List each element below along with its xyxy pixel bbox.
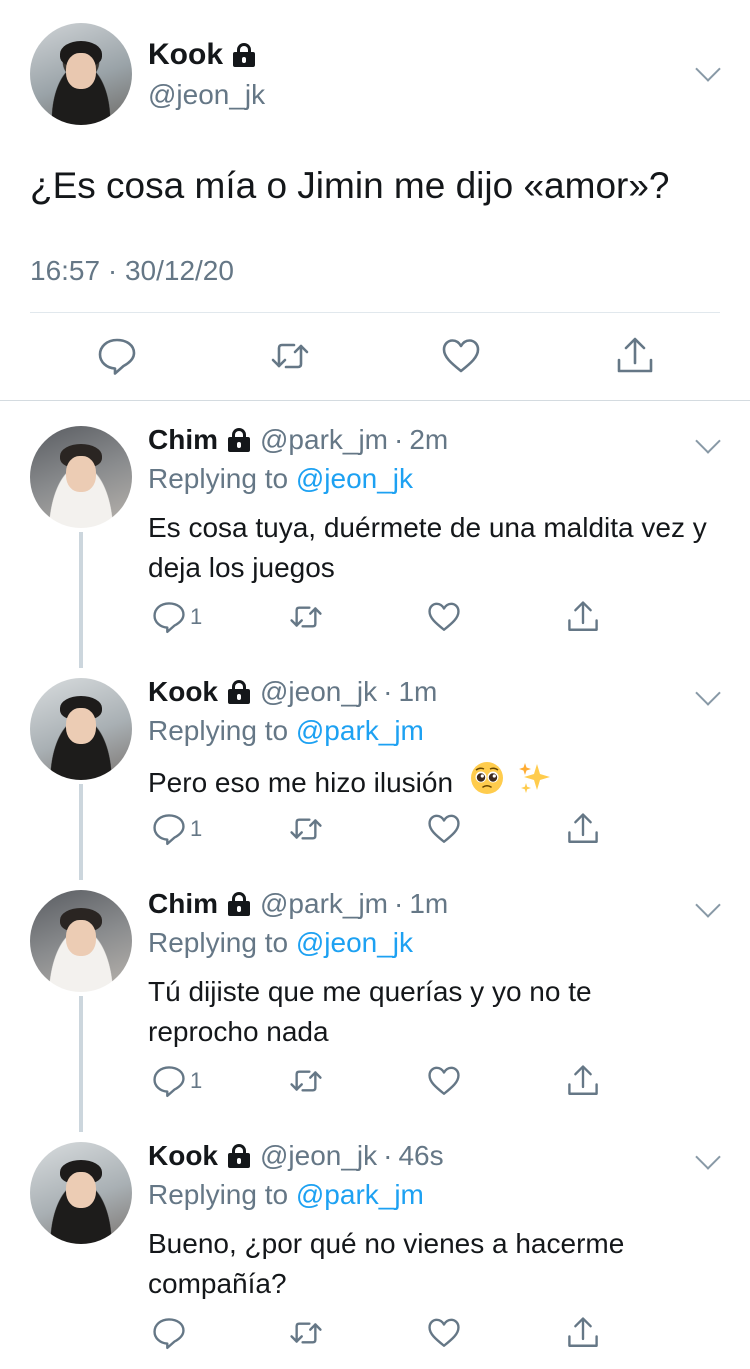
like-icon[interactable] [427,812,461,846]
replying-label: Replying to [148,463,289,494]
avatar[interactable] [30,890,132,992]
author-row: Chim @park_jm · 1m [148,888,448,920]
share-icon[interactable] [566,812,600,846]
share-icon[interactable] [615,336,655,376]
display-name[interactable]: Kook [148,676,218,708]
mention-link[interactable]: @jeon_jk [296,463,413,494]
share-icon[interactable] [566,600,600,634]
lock-icon [228,428,250,452]
replying-label: Replying to [148,1179,289,1210]
handle[interactable]: @jeon_jk [148,79,265,111]
tweet-text: Tú dijiste que me querías y yo no te rep… [148,976,592,1047]
like-icon[interactable] [441,336,481,376]
tweet-actions: 1 [0,1064,750,1104]
author-row: Kook @jeon_jk · 1m [148,676,437,708]
tweet-text: ¿Es cosa mía o Jimin me dijo «amor»? [30,165,670,206]
chevron-down-icon[interactable] [695,428,721,454]
chevron-down-icon[interactable] [695,680,721,706]
lock-icon [228,892,250,916]
timestamp[interactable]: 2m [409,424,448,456]
retweet-icon[interactable] [289,600,323,634]
reply-tweet[interactable]: Chim @park_jm · 1m Replying to @jeon_jk … [0,866,750,1118]
retweet-icon[interactable] [289,1064,323,1098]
chevron-down-icon[interactable] [695,1144,721,1170]
timestamp[interactable]: 46s [398,1140,443,1172]
reply-tweet[interactable]: Kook @jeon_jk · 1m Replying to @park_jm … [0,654,750,866]
lock-icon [228,1144,250,1168]
display-name[interactable]: Chim [148,888,218,920]
avatar[interactable] [30,23,132,125]
mention-link[interactable]: @jeon_jk [296,927,413,958]
display-name[interactable]: Kook [148,1140,218,1172]
tweet-text: Pero eso me hizo ilusión [148,767,454,798]
separator: · [394,888,404,919]
separator: · [383,1140,393,1171]
like-icon[interactable] [427,600,461,634]
reply-tweet[interactable]: Chim @park_jm · 2m Replying to @jeon_jk … [0,402,750,654]
share-icon[interactable] [566,1064,600,1098]
handle[interactable]: @park_jm [260,888,388,920]
replying-to: Replying to @park_jm [148,715,424,747]
like-icon[interactable] [427,1316,461,1350]
reply-icon[interactable] [152,600,186,634]
replying-label: Replying to [148,715,289,746]
retweet-icon[interactable] [289,812,323,846]
tweet-actions [0,1316,750,1356]
replying-label: Replying to [148,927,289,958]
tweet-actions: 1 [0,600,750,640]
tweet-text: Bueno, ¿por qué no vienes a hacerme comp… [148,1228,625,1299]
display-name[interactable]: Kook [148,38,223,72]
author-row: Kook [148,38,255,72]
retweet-icon[interactable] [289,1316,323,1350]
sparkles-emoji [518,763,550,793]
handle[interactable]: @jeon_jk [260,676,377,708]
timestamp[interactable]: 16:57 · 30/12/20 [30,255,234,287]
reply-icon[interactable] [97,336,137,376]
timestamp[interactable]: 1m [409,888,448,920]
divider [30,312,720,313]
pleading-face-emoji [470,762,503,794]
tweet-actions: 1 [0,812,750,852]
like-icon[interactable] [427,1064,461,1098]
replying-to: Replying to @jeon_jk [148,463,413,495]
handle[interactable]: @jeon_jk [260,1140,377,1172]
handle[interactable]: @park_jm [260,424,388,456]
avatar[interactable] [30,426,132,528]
reply-icon[interactable] [152,812,186,846]
share-icon[interactable] [566,1316,600,1350]
lock-icon [228,680,250,704]
lock-icon [233,43,255,67]
tweet-text-row: Pero eso me hizo ilusión [148,760,708,803]
replying-to: Replying to @jeon_jk [148,927,413,959]
display-name[interactable]: Chim [148,424,218,456]
reply-count: 1 [190,604,203,629]
mention-link[interactable]: @park_jm [296,715,424,746]
chevron-down-icon[interactable] [695,56,721,82]
mention-link[interactable]: @park_jm [296,1179,424,1210]
reply-icon[interactable] [152,1064,186,1098]
replying-to: Replying to @park_jm [148,1179,424,1211]
tweet-actions [0,330,750,386]
tweet-text: Es cosa tuya, duérmete de una maldita ve… [148,512,707,583]
main-tweet: Kook @jeon_jk ¿Es cosa mía o Jimin me di… [0,0,750,400]
divider [0,400,750,401]
reply-count: 1 [190,1068,203,1093]
reply-icon[interactable] [152,1316,186,1350]
chevron-down-icon[interactable] [695,892,721,918]
timestamp[interactable]: 1m [398,676,437,708]
avatar[interactable] [30,1142,132,1244]
separator: · [383,676,393,707]
avatar[interactable] [30,678,132,780]
separator: · [394,424,404,455]
author-row: Kook @jeon_jk · 46s [148,1140,444,1172]
author-row: Chim @park_jm · 2m [148,424,448,456]
reply-count: 1 [190,816,203,841]
retweet-icon[interactable] [270,336,310,376]
reply-tweet[interactable]: Kook @jeon_jk · 46s Replying to @park_jm… [0,1118,750,1369]
